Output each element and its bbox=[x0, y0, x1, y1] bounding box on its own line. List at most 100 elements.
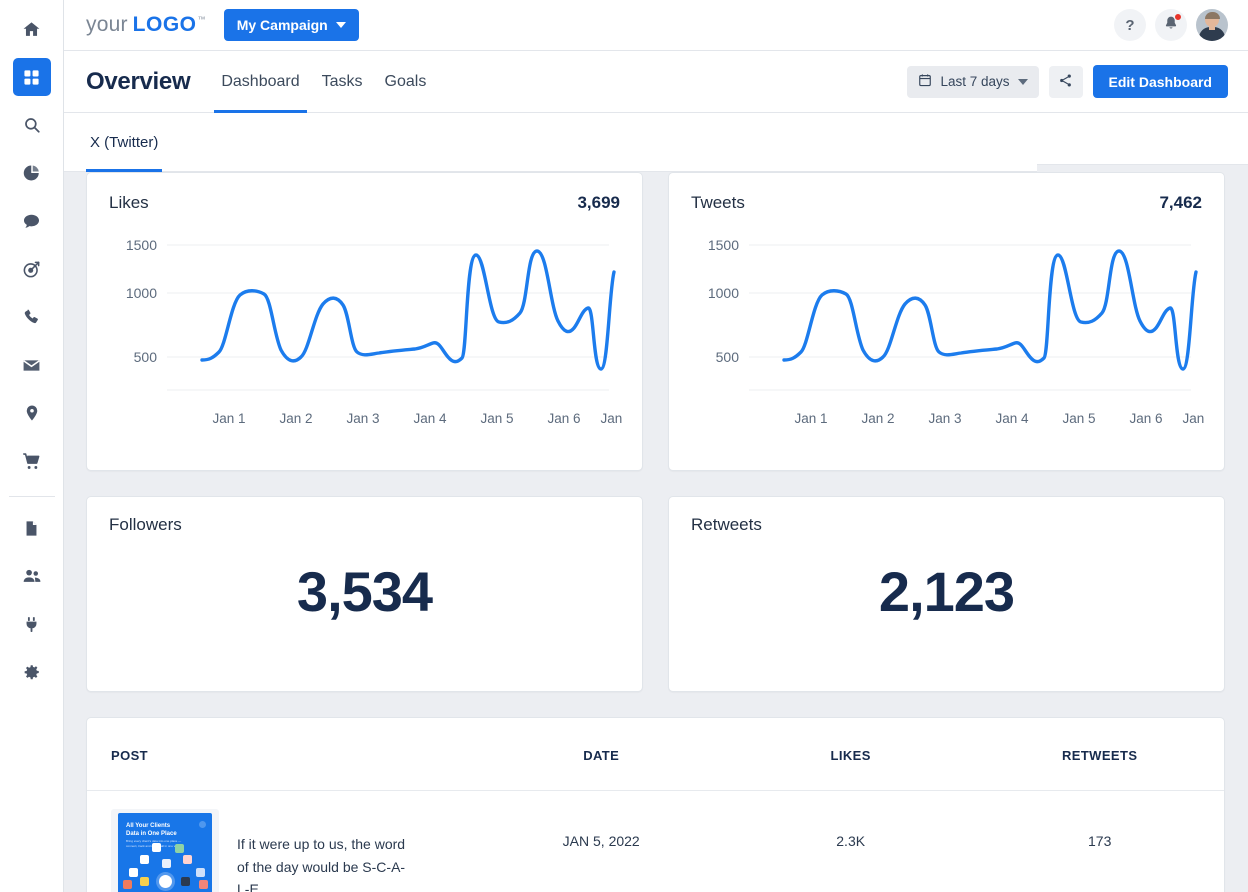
svg-text:Jan 6: Jan 6 bbox=[1129, 411, 1162, 426]
grid-icon bbox=[23, 69, 40, 86]
notifications-button[interactable] bbox=[1155, 9, 1187, 41]
svg-text:Jan 7: Jan 7 bbox=[600, 411, 622, 426]
sidebar-item-clients[interactable] bbox=[13, 557, 51, 595]
date-range-label: Last 7 days bbox=[940, 74, 1010, 89]
gear-icon bbox=[23, 663, 41, 681]
cell-post: All Your Clients Data in One Place Bring … bbox=[87, 791, 476, 892]
help-icon: ? bbox=[1125, 16, 1135, 34]
tweets-chart-card: Tweets 7,462 1500 1000 500 Jan 1 Jan 2 J… bbox=[668, 172, 1225, 471]
phone-icon bbox=[23, 308, 41, 326]
column-header-likes[interactable]: LIKES bbox=[725, 718, 976, 791]
post-text: If it were up to us, the word of the day… bbox=[237, 836, 406, 892]
pie-chart-icon bbox=[23, 164, 41, 182]
brand-logo[interactable]: your LOGO ™ bbox=[86, 13, 206, 37]
post-thumbnail[interactable]: All Your Clients Data in One Place Bring … bbox=[111, 809, 219, 892]
tab-tasks[interactable]: Tasks bbox=[311, 51, 374, 113]
dashboard-content: Likes 3,699 1500 1000 500 Jan 1 Jan 2 Ja… bbox=[64, 172, 1248, 892]
sidebar-item-settings[interactable] bbox=[13, 653, 51, 691]
shopping-cart-icon bbox=[22, 452, 41, 471]
sidebar-item-calls[interactable] bbox=[13, 298, 51, 336]
svg-text:Jan 3: Jan 3 bbox=[928, 411, 961, 426]
likes-chart-header: Likes 3,699 bbox=[109, 193, 620, 213]
sidebar-item-messages[interactable] bbox=[13, 202, 51, 240]
table-row[interactable]: All Your Clients Data in One Place Bring … bbox=[87, 791, 1224, 892]
tweets-chart-header: Tweets 7,462 bbox=[691, 193, 1202, 213]
campaign-selector-button[interactable]: My Campaign bbox=[223, 9, 359, 41]
tab-goals[interactable]: Goals bbox=[374, 51, 438, 113]
page-actions: Last 7 days Edit Dashboard bbox=[907, 65, 1228, 98]
tweets-chart-title: Tweets bbox=[691, 193, 745, 212]
tweets-data-line bbox=[782, 249, 1198, 371]
likes-chart-plot: 1500 1000 500 Jan 1 Jan 2 Jan 3 Jan 4 Ja… bbox=[109, 233, 622, 448]
sidebar-item-search[interactable] bbox=[13, 106, 51, 144]
help-button[interactable]: ? bbox=[1114, 9, 1146, 41]
sidebar-item-locations[interactable] bbox=[13, 394, 51, 432]
retweets-value: 2,123 bbox=[878, 560, 1015, 623]
svg-text:Jan 3: Jan 3 bbox=[346, 411, 379, 426]
svg-text:Jan 4: Jan 4 bbox=[413, 411, 447, 426]
sidebar-item-targeting[interactable] bbox=[13, 250, 51, 288]
target-icon bbox=[22, 260, 41, 279]
tweets-line-chart[interactable]: 1500 1000 500 Jan 1 Jan 2 Jan 3 Jan 4 Ja… bbox=[691, 233, 1204, 448]
likes-line-chart[interactable]: 1500 1000 500 Jan 1 Jan 2 Jan 3 Jan 4 Ja… bbox=[109, 233, 622, 448]
chevron-down-icon bbox=[335, 22, 346, 28]
logo-name: LOGO bbox=[132, 13, 197, 36]
likes-chart-total: 3,699 bbox=[577, 193, 620, 212]
edit-dashboard-button[interactable]: Edit Dashboard bbox=[1092, 65, 1228, 98]
sidebar-item-ecommerce[interactable] bbox=[13, 442, 51, 480]
column-header-retweets[interactable]: RETWEETS bbox=[975, 718, 1224, 791]
users-icon bbox=[22, 566, 42, 586]
page-tabs: Dashboard Tasks Goals bbox=[210, 51, 437, 113]
source-tab-strip-filler bbox=[1037, 113, 1248, 165]
column-header-post[interactable]: POST bbox=[87, 718, 477, 791]
svg-text:Jan 5: Jan 5 bbox=[480, 411, 513, 426]
cell-retweets: 173 bbox=[1088, 833, 1112, 849]
mail-icon bbox=[22, 356, 41, 375]
followers-label: Followers bbox=[109, 515, 182, 534]
svg-text:Jan 7: Jan 7 bbox=[1182, 411, 1204, 426]
sidebar bbox=[0, 0, 64, 892]
top-posts-table-card: POST DATE LIKES RETWEETS All Your Client… bbox=[86, 717, 1225, 892]
page-header: Overview Dashboard Tasks Goals Last 7 da… bbox=[64, 51, 1248, 113]
sidebar-item-integrations[interactable] bbox=[13, 605, 51, 643]
sidebar-divider bbox=[8, 496, 55, 497]
sidebar-item-dashboard[interactable] bbox=[12, 58, 51, 96]
tab-goals-label: Goals bbox=[384, 72, 427, 90]
page-title: Overview bbox=[86, 67, 191, 95]
tweets-chart-total: 7,462 bbox=[1159, 193, 1202, 212]
table-header: POST DATE LIKES RETWEETS bbox=[87, 718, 1224, 791]
likes-data-line bbox=[200, 249, 616, 371]
search-icon bbox=[23, 116, 41, 134]
share-button[interactable] bbox=[1048, 65, 1083, 98]
svg-text:500: 500 bbox=[716, 349, 740, 365]
retweets-card: Retweets 2,123 bbox=[668, 496, 1225, 692]
y-axis-labels: 1500 1000 500 bbox=[126, 237, 157, 365]
likes-chart-card: Likes 3,699 1500 1000 500 Jan 1 Jan 2 Ja… bbox=[86, 172, 643, 471]
svg-text:Jan 4: Jan 4 bbox=[995, 411, 1029, 426]
cell-date: JAN 5, 2022 bbox=[562, 833, 640, 849]
sidebar-item-documents[interactable] bbox=[13, 509, 51, 547]
source-tab-strip: X (Twitter) bbox=[64, 113, 1037, 172]
sidebar-item-reports[interactable] bbox=[13, 154, 51, 192]
top-posts-table: POST DATE LIKES RETWEETS All Your Client… bbox=[87, 718, 1224, 892]
app-root: your LOGO ™ My Campaign ? Overview Dashb… bbox=[0, 0, 1248, 892]
tab-dashboard[interactable]: Dashboard bbox=[210, 51, 310, 113]
thumb-logo-badge bbox=[199, 821, 206, 828]
svg-text:1000: 1000 bbox=[126, 285, 157, 301]
file-icon bbox=[23, 520, 40, 537]
gridlines bbox=[749, 244, 1191, 391]
date-range-button[interactable]: Last 7 days bbox=[907, 65, 1039, 98]
sidebar-item-home[interactable] bbox=[13, 10, 51, 48]
column-header-date[interactable]: DATE bbox=[476, 718, 726, 791]
retweets-label: Retweets bbox=[691, 515, 762, 534]
calendar-icon bbox=[918, 73, 932, 90]
charts-row: Likes 3,699 1500 1000 500 Jan 1 Jan 2 Ja… bbox=[86, 172, 1226, 471]
avatar[interactable] bbox=[1196, 9, 1228, 41]
sidebar-item-email[interactable] bbox=[13, 346, 51, 384]
source-tab-x-twitter[interactable]: X (Twitter) bbox=[86, 113, 163, 172]
topbar-actions: ? bbox=[1114, 9, 1228, 41]
chevron-down-icon bbox=[1017, 78, 1028, 85]
table-header-row: POST DATE LIKES RETWEETS bbox=[87, 718, 1224, 791]
svg-text:1500: 1500 bbox=[126, 237, 157, 253]
tab-dashboard-label: Dashboard bbox=[221, 72, 300, 90]
